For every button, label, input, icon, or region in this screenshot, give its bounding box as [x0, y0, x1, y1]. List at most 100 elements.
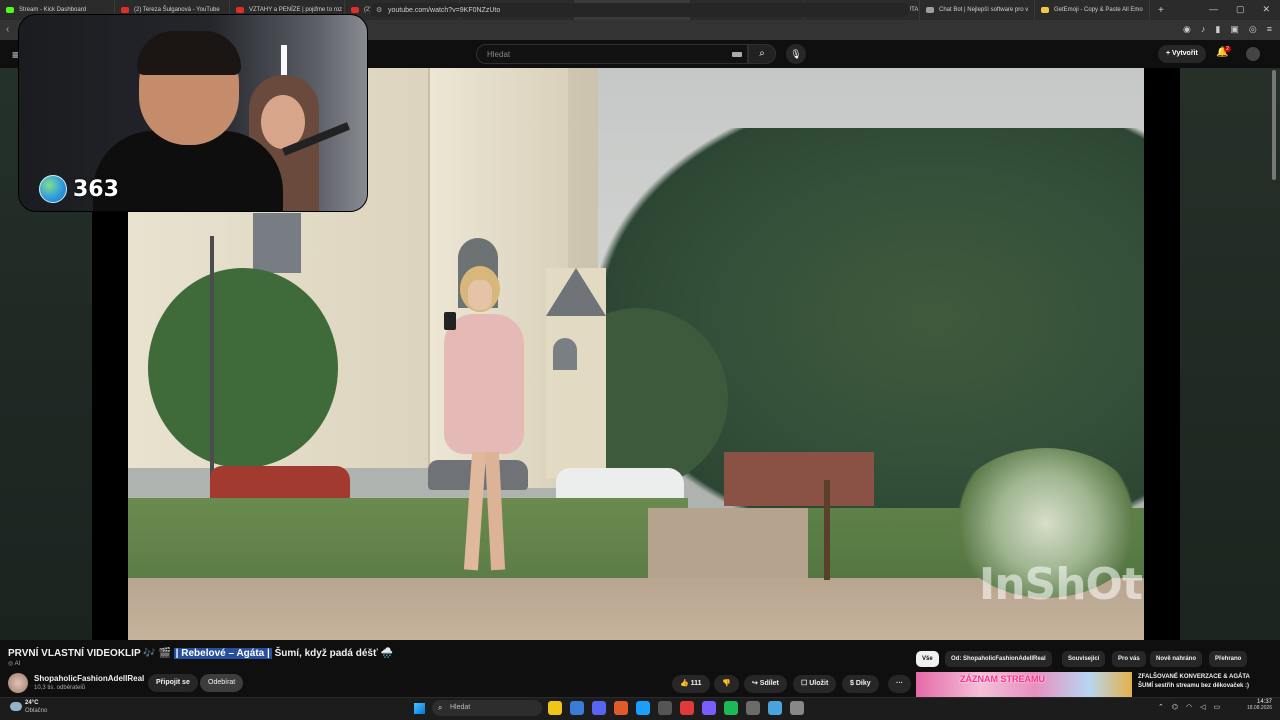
taskbar-app-icon[interactable]: [702, 701, 716, 715]
ai-label: AI: [14, 661, 21, 667]
taskbar-search[interactable]: ⌕ Hledat: [432, 700, 542, 716]
tab-favicon: [1041, 7, 1049, 13]
system-tray: ⌃ ⌬ ◠ ◁ ▭: [1158, 703, 1220, 711]
mic-icon: 🎙: [790, 49, 802, 59]
search-icon: ⌕: [759, 48, 765, 59]
subscribe-button[interactable]: Odebírat: [200, 674, 244, 692]
chip-from-channel[interactable]: Od: ShopaholicFashionAdellReal: [945, 651, 1052, 667]
red-car: [210, 466, 350, 500]
sidebar-icon[interactable]: ▮: [1215, 24, 1220, 35]
taskbar-search-label: Hledat: [450, 704, 471, 711]
tab-label: VZTAHY a PENÍZE | pojďme to roz: [249, 7, 343, 13]
recommended-video-title[interactable]: ZFALŠOVANÉ KONVERZACE & AGÁTA: [1138, 674, 1250, 680]
tab-favicon: [926, 7, 934, 13]
chip-recently-uploaded[interactable]: Nově nahráno: [1150, 651, 1203, 667]
tab-label: Stream - Kick Dashboard: [19, 7, 87, 13]
thanks-button[interactable]: $ Díky: [842, 675, 879, 693]
site-info-icon[interactable]: ⚙: [376, 6, 382, 14]
mic-button[interactable]: 🎙: [786, 44, 806, 64]
taskbar-app-icon[interactable]: [592, 701, 606, 715]
weather-condition: Oblačno: [25, 708, 48, 714]
tab-favicon: [121, 7, 129, 13]
search-input[interactable]: Hledat: [476, 44, 748, 64]
music-icon[interactable]: ♪: [1201, 24, 1206, 35]
wallet-icon[interactable]: ▣: [1230, 24, 1239, 35]
window-controls: — ▢ ✕: [1209, 4, 1270, 15]
thumbnail-text: ZÁZNAM STREAMU: [960, 674, 1045, 684]
volume-icon[interactable]: ◁: [1200, 703, 1205, 711]
tab-favicon: [236, 7, 244, 13]
taskbar-app-icon[interactable]: [790, 701, 804, 715]
taskbar-app-icon[interactable]: [548, 701, 562, 715]
url-field[interactable]: ⚙ youtube.com/watch?v=9KF0NZzUto: [370, 3, 910, 17]
chip-watched[interactable]: Přehrano: [1209, 651, 1248, 667]
extension-icon[interactable]: ◉: [1183, 24, 1191, 35]
notification-badge: 2: [1224, 46, 1231, 52]
globe-icon: [39, 175, 67, 203]
tab-label: GetEmoji - Copy & Paste All Emo: [1054, 7, 1143, 13]
streamer-hair: [137, 31, 241, 75]
paved-path: [648, 508, 808, 588]
battery-icon[interactable]: ▭: [1214, 703, 1221, 711]
taskbar-clock[interactable]: 14:37 18.08.2026: [1238, 699, 1272, 711]
network-icon[interactable]: ⌬: [1172, 703, 1178, 711]
viewer-count: 363: [73, 176, 119, 202]
taskbar-app-icon[interactable]: [636, 701, 650, 715]
menu-icon[interactable]: ≡: [1267, 24, 1272, 35]
phone: [444, 312, 456, 330]
channel-name[interactable]: ShopaholicFashionAdellReal: [34, 674, 144, 683]
account-avatar[interactable]: [1246, 47, 1260, 61]
cloud-icon: [10, 702, 22, 711]
taskbar-app-icon[interactable]: [680, 701, 694, 715]
close-window-icon[interactable]: ✕: [1262, 4, 1270, 15]
back-icon[interactable]: ‹: [6, 24, 9, 35]
browser-tab[interactable]: GetEmoji - Copy & Paste All Emo: [1035, 0, 1150, 20]
inshot-watermark: InShOt: [978, 559, 1143, 610]
join-button[interactable]: Připojit se: [148, 674, 198, 692]
browser-tab[interactable]: Chat Bot | Nejlepší software pro v: [920, 0, 1035, 20]
maximize-icon[interactable]: ▢: [1236, 4, 1245, 15]
title-part: PRVNÍ VLASTNÍ VIDEOKLIP 🎶 🎬: [8, 648, 174, 659]
video-title: PRVNÍ VLASTNÍ VIDEOKLIP 🎶 🎬 | Rebelové –…: [8, 648, 393, 659]
person-face: [468, 280, 492, 310]
extension-icons: ◉ ♪ ▮ ▣ ◎ ≡: [1183, 24, 1272, 35]
subscriber-count: 10,3 tis. odběratelů: [34, 685, 86, 691]
search-icon: ⌕: [438, 703, 443, 712]
search-button[interactable]: ⌕: [748, 44, 776, 64]
recommended-video-thumbnail[interactable]: ZÁZNAM STREAMU: [916, 672, 1132, 698]
chip-related[interactable]: Související: [1062, 651, 1106, 667]
save-button[interactable]: ☐ Uložit: [793, 675, 837, 693]
ambient-right: [1180, 68, 1280, 640]
chip-all[interactable]: Vše: [916, 651, 939, 667]
scrollbar[interactable]: [1272, 70, 1276, 180]
taskbar-app-icon[interactable]: [768, 701, 782, 715]
url-text: youtube.com/watch?v=9KF0NZzUto: [388, 6, 501, 14]
chevron-up-icon[interactable]: ⌃: [1158, 703, 1164, 711]
ai-icon: ◎: [8, 661, 15, 667]
taskbar-apps: [548, 701, 804, 715]
minimize-icon[interactable]: —: [1209, 4, 1218, 15]
more-actions-button[interactable]: ···: [888, 675, 911, 693]
like-button[interactable]: 👍 111: [672, 675, 710, 693]
tab-favicon: [351, 7, 359, 13]
taskbar-app-icon[interactable]: [570, 701, 584, 715]
tab-label: (2) Tereza Šulganová - YouTube: [134, 7, 220, 13]
recommended-video-title[interactable]: ŠUMÍ sestřih streamu bez děkovaček :): [1138, 683, 1249, 689]
windows-start-icon[interactable]: [414, 703, 425, 714]
share-button[interactable]: ↪ Sdílet: [744, 675, 787, 693]
taskbar-app-icon[interactable]: [658, 701, 672, 715]
taskbar-app-icon[interactable]: [724, 701, 738, 715]
keyboard-icon[interactable]: [732, 52, 742, 57]
church-window: [253, 213, 301, 273]
taskbar-app-icon[interactable]: [746, 701, 760, 715]
channel-avatar[interactable]: [8, 673, 28, 693]
vpn-icon[interactable]: ◎: [1249, 24, 1257, 35]
create-button[interactable]: + Vytvořit: [1158, 45, 1206, 63]
dislike-button[interactable]: 👎: [714, 675, 739, 693]
title-selection: | Rebelové – Agáta |: [173, 648, 272, 659]
new-tab-button[interactable]: +: [1158, 5, 1164, 16]
taskbar-app-icon[interactable]: [614, 701, 628, 715]
wifi-icon[interactable]: ◠: [1186, 703, 1192, 711]
annex-roof: [546, 268, 606, 316]
chip-for-you[interactable]: Pro vás: [1112, 651, 1146, 667]
